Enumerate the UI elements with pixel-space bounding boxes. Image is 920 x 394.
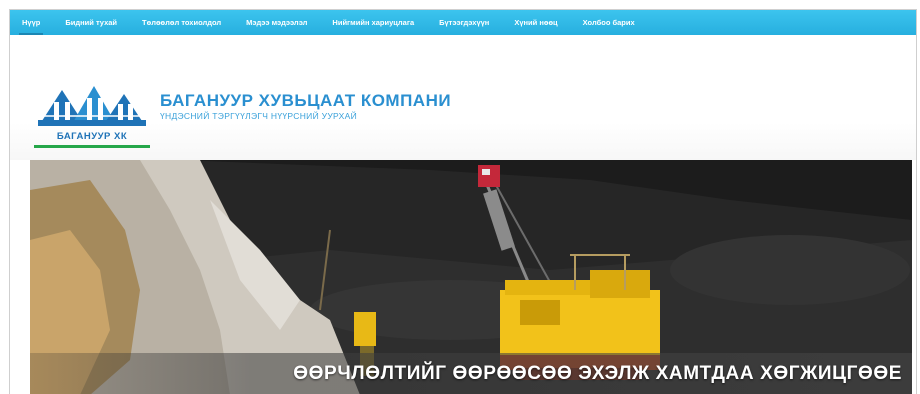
logo-underline: [34, 145, 150, 148]
nav-item-social-responsibility[interactable]: Нийгмийн хариуцлага: [332, 10, 414, 35]
hero-banner[interactable]: ӨӨРЧЛӨЛТИЙГ ӨӨРӨӨСӨӨ ЭХЭЛЖ ХАМТДАА ХӨГЖИ…: [30, 160, 912, 394]
main-nav: Нүүр Бидний тухай Төлөөлөл тохиолдол Мэд…: [10, 10, 916, 36]
company-subtitle: ҮНДЭСНИЙ ТЭРГҮҮЛЭГЧ НҮҮРСНИЙ УУРХАЙ: [160, 111, 357, 121]
hero-caption: ӨӨРЧЛӨЛТИЙГ ӨӨРӨӨСӨӨ ЭХЭЛЖ ХАМТДАА ХӨГЖИ…: [30, 353, 912, 394]
nav-item-representation[interactable]: Төлөөлөл тохиолдол: [142, 10, 221, 35]
nav-item-human-resources[interactable]: Хүний нөөц: [514, 10, 557, 35]
hero-slogan: ӨӨРЧЛӨЛТИЙГ ӨӨРӨӨСӨӨ ЭХЭЛЖ ХАМТДАА ХӨГЖИ…: [293, 363, 902, 384]
nav-item-home[interactable]: Нүүр: [18, 10, 44, 36]
company-name[interactable]: БАГАНУУР ХУВЬЦААТ КОМПАНИ: [160, 91, 451, 111]
nav-item-contact[interactable]: Холбоо барих: [583, 10, 635, 35]
browser-page: Нүүр Бидний тухай Төлөөлөл тохиолдол Мэд…: [9, 9, 917, 394]
nav-item-about[interactable]: Бидний тухай: [65, 10, 117, 35]
logo-caption: БАГАНУУР ХК: [56, 131, 128, 142]
site-header: БАГАНУУР ХК БАГАНУУР ХУВЬЦААТ КОМПАНИ ҮН…: [10, 35, 916, 160]
nav-item-news[interactable]: Мэдээ мэдээлэл: [246, 10, 307, 35]
nav-item-products[interactable]: Бүтээгдэхүүн: [439, 10, 489, 35]
